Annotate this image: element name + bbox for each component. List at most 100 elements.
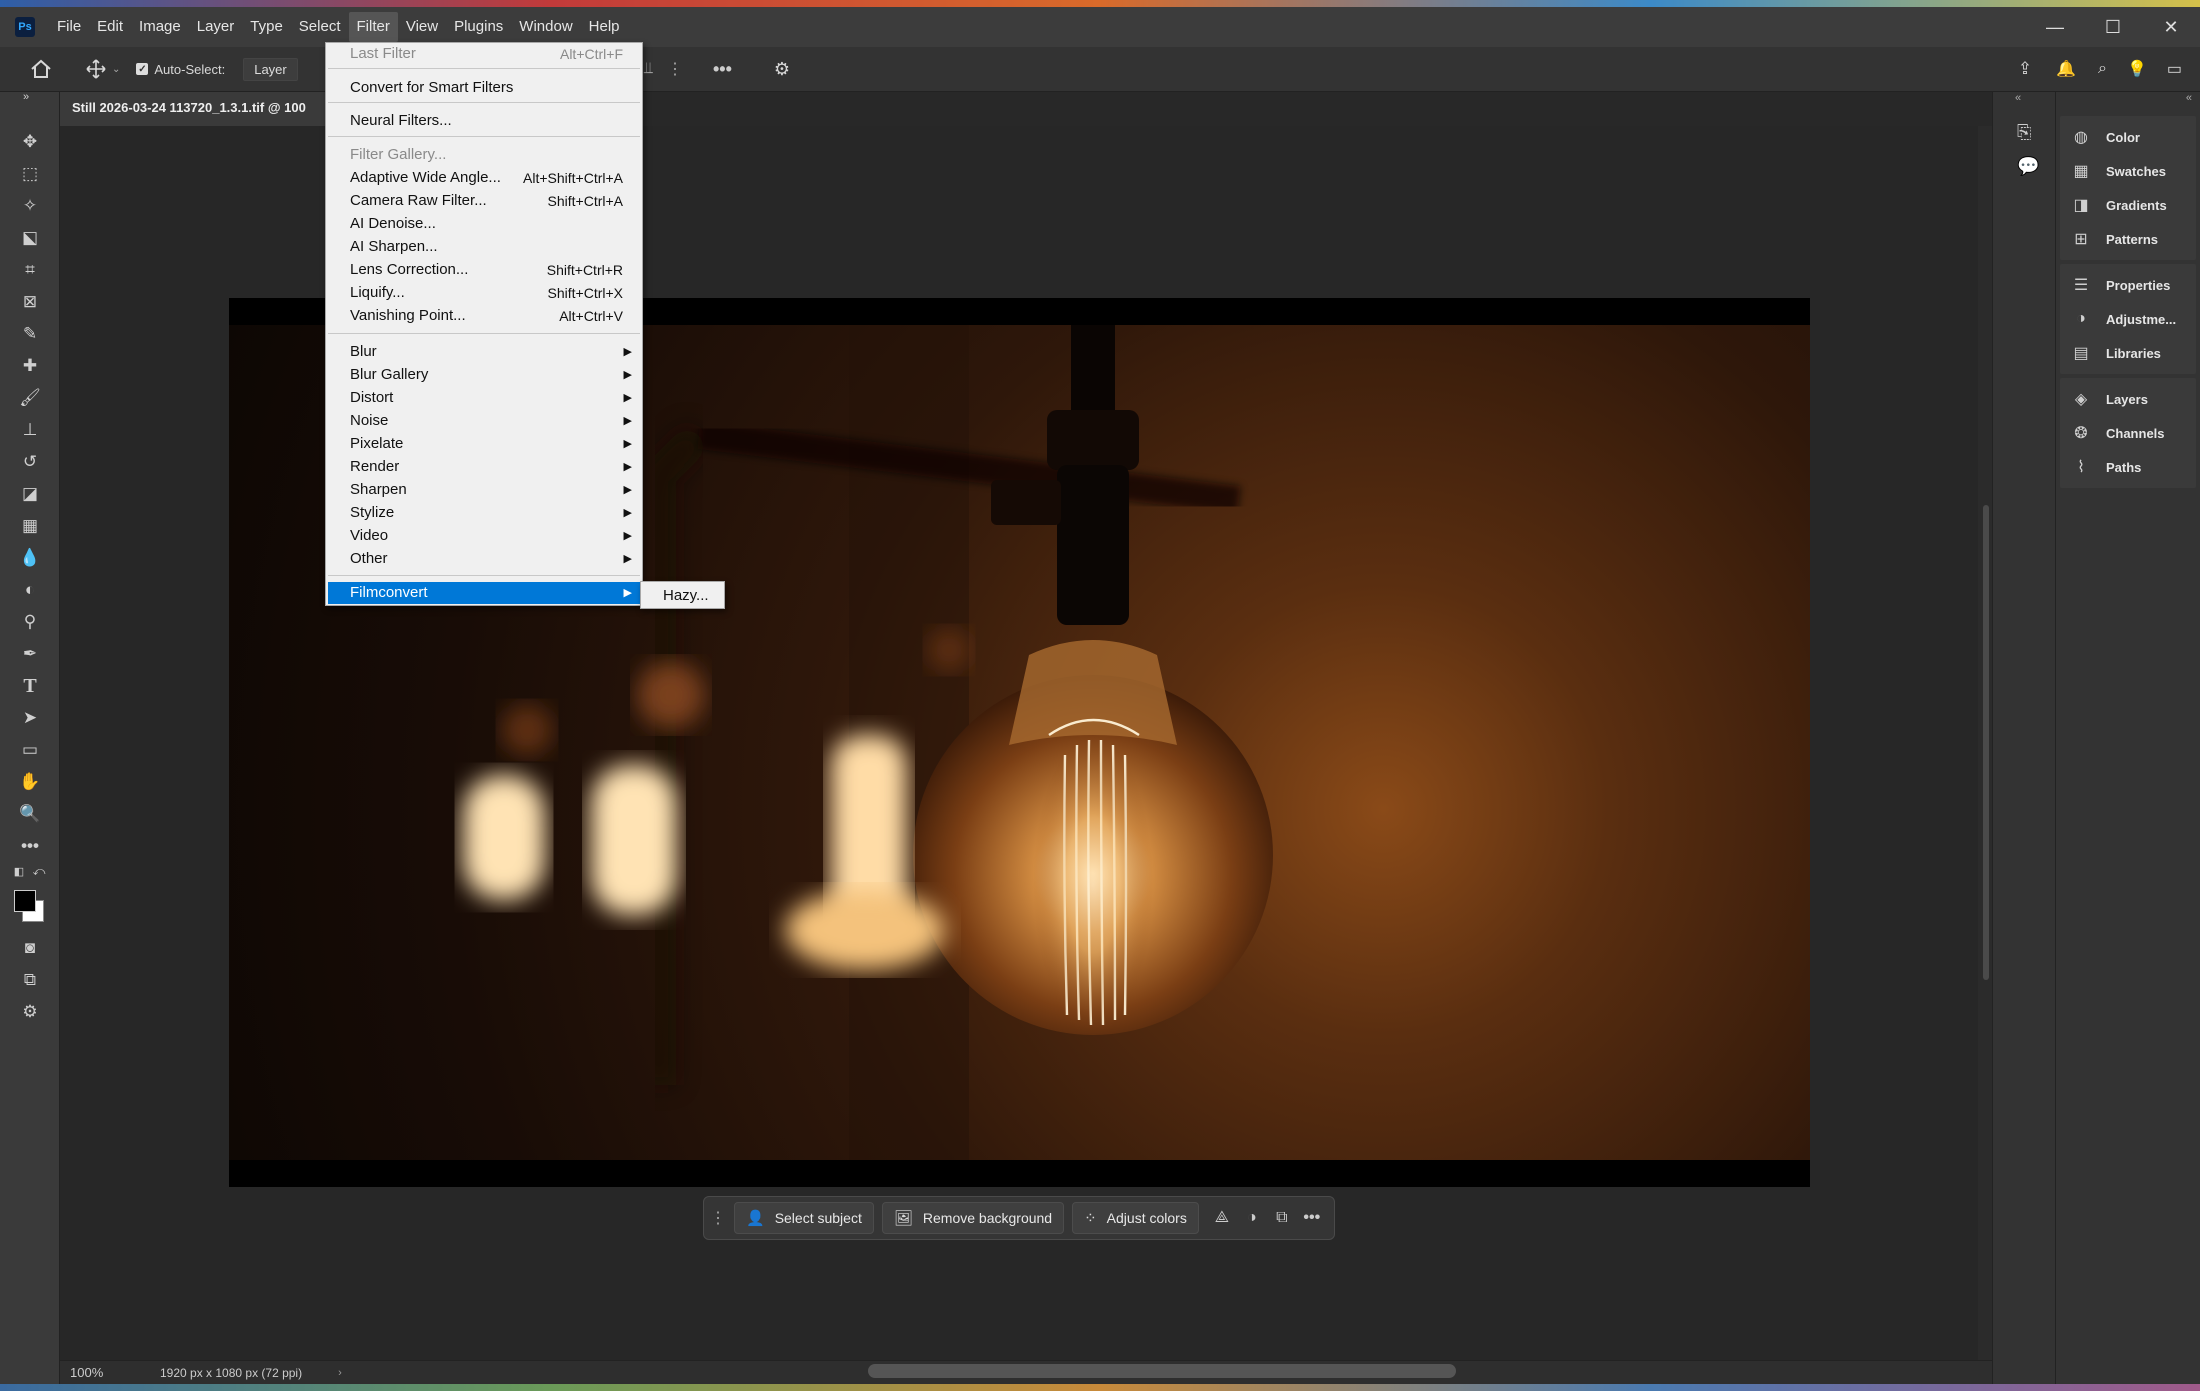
panel-adjustments[interactable]: ◑ Adjustme... bbox=[2060, 302, 2196, 336]
marquee-tool-icon[interactable]: ⬚ bbox=[16, 160, 44, 188]
adjustment-layer-icon[interactable]: ◑ bbox=[1237, 1202, 1267, 1234]
clone-stamp-tool-icon[interactable]: ⊥ bbox=[16, 416, 44, 444]
vertical-scrollbar-thumb[interactable] bbox=[1983, 505, 1989, 980]
menu-item-ai-denoise[interactable]: AI Denoise... bbox=[328, 213, 640, 235]
menu-image[interactable]: Image bbox=[131, 12, 189, 42]
zoom-lens-tool-icon[interactable]: ⚲ bbox=[16, 608, 44, 636]
settings-gear-icon[interactable]: ⚙ bbox=[774, 59, 790, 80]
menu-item-noise[interactable]: Noise ▶ bbox=[328, 410, 640, 432]
panel-gradients[interactable]: ◨ Gradients bbox=[2060, 188, 2196, 222]
more-actions-icon[interactable]: ••• bbox=[1297, 1202, 1327, 1234]
adjust-colors-button[interactable]: ⁘ Adjust colors bbox=[1072, 1202, 1199, 1234]
menu-item-lens-correction[interactable]: Lens Correction... Shift+Ctrl+R bbox=[328, 259, 640, 281]
notifications-bell-icon[interactable]: 🔔 bbox=[2056, 59, 2076, 79]
workspace-switcher-icon[interactable]: ▭ bbox=[2167, 59, 2182, 79]
move-tool-icon[interactable]: ✥ bbox=[16, 128, 44, 156]
healing-brush-tool-icon[interactable]: ✚ bbox=[16, 352, 44, 380]
horizontal-scrollbar-thumb[interactable] bbox=[868, 1364, 1456, 1378]
menu-item-blur[interactable]: Blur ▶ bbox=[328, 341, 640, 363]
menu-item-camera-raw-filter[interactable]: Camera Raw Filter... Shift+Ctrl+A bbox=[328, 190, 640, 212]
hand-tool-icon[interactable]: ✋ bbox=[16, 768, 44, 796]
menu-layer[interactable]: Layer bbox=[189, 12, 243, 42]
collapse-toolbar-icon[interactable]: » bbox=[12, 90, 40, 104]
edit-toolbar-more-icon[interactable]: ••• bbox=[16, 832, 44, 860]
blur-tool-icon[interactable]: 💧 bbox=[16, 544, 44, 572]
menu-item-stylize[interactable]: Stylize ▶ bbox=[328, 502, 640, 524]
minimize-button[interactable]: — bbox=[2026, 7, 2084, 47]
more-options-icon[interactable]: ••• bbox=[713, 59, 732, 80]
move-tool-icon[interactable] bbox=[86, 59, 106, 79]
menu-item-filmconvert[interactable]: Filmconvert ▶ bbox=[328, 582, 640, 604]
history-panel-icon[interactable]: ⎘ bbox=[2017, 122, 2031, 143]
menu-item-pixelate[interactable]: Pixelate ▶ bbox=[328, 433, 640, 455]
menu-window[interactable]: Window bbox=[511, 12, 580, 42]
submenu-item-hazy[interactable]: Hazy... bbox=[663, 587, 709, 604]
default-colors-icon[interactable]: ◧ bbox=[12, 864, 26, 878]
menu-item-convert-smart-filters[interactable]: Convert for Smart Filters bbox=[328, 77, 640, 99]
panel-libraries[interactable]: ▤ Libraries bbox=[2060, 336, 2196, 370]
quick-mask-icon[interactable]: ◙ bbox=[16, 934, 44, 962]
crop-tool-icon[interactable]: ⌗ bbox=[16, 256, 44, 284]
menu-item-liquify[interactable]: Liquify... Shift+Ctrl+X bbox=[328, 282, 640, 304]
pen-tool-icon[interactable]: ✒ bbox=[16, 640, 44, 668]
panel-properties[interactable]: ☰ Properties bbox=[2060, 268, 2196, 302]
eyedropper-tool-icon[interactable]: ✎ bbox=[16, 320, 44, 348]
rectangle-tool-icon[interactable]: ▭ bbox=[16, 736, 44, 764]
remove-background-button[interactable]: 🖼 Remove background bbox=[881, 1202, 1065, 1234]
menu-item-last-filter[interactable]: Last Filter Alt+Ctrl+F bbox=[328, 43, 640, 65]
menu-item-blur-gallery[interactable]: Blur Gallery ▶ bbox=[328, 364, 640, 386]
menu-select[interactable]: Select bbox=[291, 12, 349, 42]
tool-preset-chevron-icon[interactable]: ⌄ bbox=[112, 64, 120, 75]
collapse-dock-icon[interactable]: « bbox=[2186, 92, 2192, 104]
close-button[interactable]: ✕ bbox=[2142, 7, 2200, 47]
panel-channels[interactable]: ❂ Channels bbox=[2060, 416, 2196, 450]
select-subject-button[interactable]: 👤 Select subject bbox=[734, 1202, 874, 1234]
panel-patterns[interactable]: ⊞ Patterns bbox=[2060, 222, 2196, 256]
search-icon[interactable]: ⌕ bbox=[2098, 60, 2107, 78]
discover-lightbulb-icon[interactable]: 💡 bbox=[2127, 59, 2147, 79]
menu-item-filter-gallery[interactable]: Filter Gallery... bbox=[328, 144, 640, 166]
menu-item-adaptive-wide-angle[interactable]: Adaptive Wide Angle... Alt+Shift+Ctrl+A bbox=[328, 167, 640, 189]
menu-type[interactable]: Type bbox=[242, 12, 291, 42]
comments-panel-icon[interactable]: 💬 bbox=[2017, 156, 2039, 177]
menu-filter[interactable]: Filter bbox=[348, 12, 398, 42]
panel-paths[interactable]: ⌇ Paths bbox=[2060, 450, 2196, 484]
eraser-tool-icon[interactable]: ◪ bbox=[16, 480, 44, 508]
menu-view[interactable]: View bbox=[398, 12, 446, 42]
panel-color[interactable]: ◍ Color bbox=[2060, 120, 2196, 154]
history-brush-tool-icon[interactable]: ↺ bbox=[16, 448, 44, 476]
menu-item-other[interactable]: Other ▶ bbox=[328, 548, 640, 570]
menu-edit[interactable]: Edit bbox=[89, 12, 131, 42]
drag-handle-icon[interactable]: ⋮ bbox=[710, 1208, 726, 1228]
home-icon[interactable] bbox=[30, 59, 52, 79]
menu-item-neural-filters[interactable]: Neural Filters... bbox=[328, 110, 640, 132]
path-selection-tool-icon[interactable]: ➤ bbox=[16, 704, 44, 732]
document-info[interactable]: 1920 px x 1080 px (72 ppi) bbox=[160, 1366, 302, 1380]
menu-file[interactable]: File bbox=[49, 12, 89, 42]
zoom-level[interactable]: 100% bbox=[70, 1365, 130, 1380]
status-chevron-icon[interactable]: › bbox=[338, 1367, 342, 1379]
frame-tool-icon[interactable]: ⊠ bbox=[16, 288, 44, 316]
menu-plugins[interactable]: Plugins bbox=[446, 12, 511, 42]
menu-item-vanishing-point[interactable]: Vanishing Point... Alt+Ctrl+V bbox=[328, 305, 640, 327]
distribute-icon[interactable]: ⋮ bbox=[667, 59, 697, 79]
menu-help[interactable]: Help bbox=[581, 12, 628, 42]
share-icon[interactable]: ⇪ bbox=[2018, 59, 2032, 79]
dodge-tool-icon[interactable]: ◐ bbox=[16, 576, 44, 604]
align-bottom-icon[interactable]: ⫫ bbox=[644, 60, 667, 78]
menu-item-distort[interactable]: Distort ▶ bbox=[328, 387, 640, 409]
transform-icon[interactable]: ⟁ bbox=[1207, 1202, 1237, 1234]
auto-select-checkbox[interactable]: ✓ Auto-Select: bbox=[136, 62, 225, 77]
magic-wand-tool-icon[interactable]: ✧ bbox=[16, 192, 44, 220]
document-tab[interactable]: Still 2026-03-24 113720_1.3.1.tif @ 100 bbox=[60, 92, 360, 126]
menu-item-ai-sharpen[interactable]: AI Sharpen... bbox=[328, 236, 640, 258]
maximize-button[interactable]: ☐ bbox=[2084, 7, 2142, 47]
zoom-tool-icon[interactable]: 🔍 bbox=[16, 800, 44, 828]
swap-colors-icon[interactable]: ⤺ bbox=[32, 864, 46, 878]
menu-item-video[interactable]: Video ▶ bbox=[328, 525, 640, 547]
brush-tool-icon[interactable]: 🖌 bbox=[16, 384, 44, 412]
object-selection-tool-icon[interactable]: ⬕ bbox=[16, 224, 44, 252]
foreground-color-swatch[interactable] bbox=[14, 890, 36, 912]
expand-panels-icon[interactable]: « bbox=[2015, 92, 2021, 104]
screen-mode-icon[interactable]: ⧉ bbox=[16, 966, 44, 994]
